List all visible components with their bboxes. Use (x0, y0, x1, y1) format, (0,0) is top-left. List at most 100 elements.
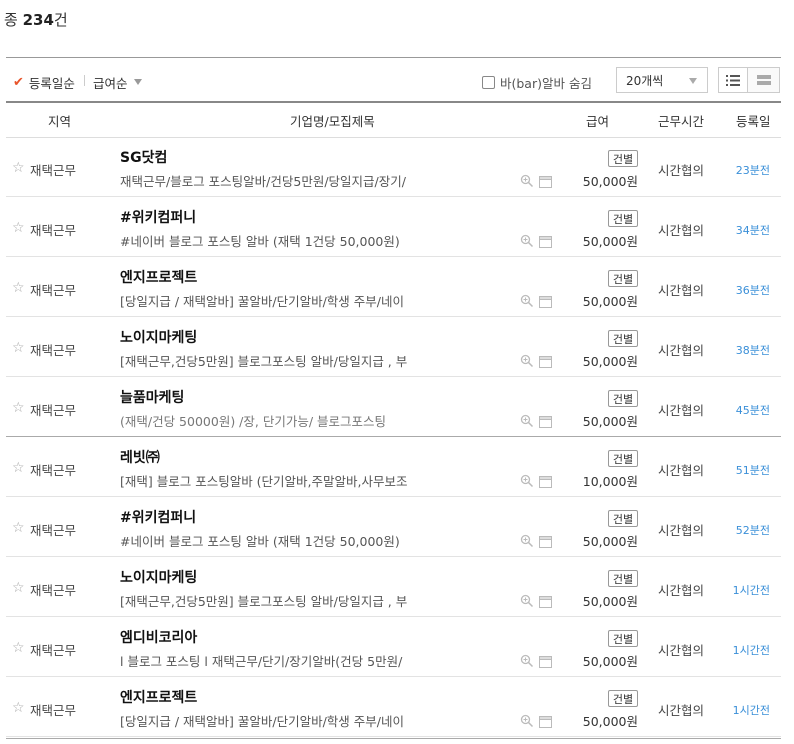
per-page-select[interactable]: 20개씩 (616, 67, 708, 93)
checkbox-box[interactable] (482, 76, 495, 89)
job-title-link[interactable]: l 블로그 포스팅 l 재택근무/단기/장기알바(건당 5만원/ (120, 651, 402, 670)
region-cell: 재택근무 (30, 223, 77, 238)
zoom-in-icon[interactable] (520, 353, 534, 372)
table-row[interactable]: ☆ 재택근무 엔지프로젝트 [당일지급 / 재택알바] 꿀알바/단기알바/학생 주부/… (6, 257, 781, 317)
company-name-link[interactable]: #위키컴퍼니 (120, 207, 196, 227)
pay-type-badge: 건별 (608, 570, 638, 587)
chevron-down-icon (689, 78, 697, 84)
table-row[interactable]: ☆ 재택근무 SG닷컴 재택근무/블로그 포스팅알바/건당5만원/당일지급/장기/건별… (6, 137, 781, 197)
job-title-link[interactable]: [당일지급 / 재택알바] 꿀알바/단기알바/학생 주부/네이 (120, 711, 404, 730)
pay-type-badge: 건별 (608, 390, 638, 407)
company-name-link[interactable]: 노이지마케팅 (120, 327, 197, 347)
zoom-in-icon[interactable] (520, 713, 534, 732)
company-name-link[interactable]: 노이지마케팅 (120, 567, 197, 587)
job-title-link[interactable]: [재택] 블로그 포스팅알바 (단기알바,주말알바,사무보조 (120, 471, 408, 490)
table-row[interactable]: ☆ 재택근무 #위키컴퍼니 #네이버 블로그 포스팅 알바 (재택 1건당 50,00… (6, 197, 781, 257)
star-icon[interactable]: ☆ (12, 220, 25, 236)
company-name-link[interactable]: 늘품마케팅 (120, 387, 184, 407)
pay-type-badge: 건별 (608, 270, 638, 287)
table-row[interactable]: ☆ 재택근무 늘품마케팅 (재택/건당 50000원) /장, 단기가능/ 블로그포스… (6, 377, 781, 437)
sort-by-pay-button[interactable]: 급여순 (93, 73, 142, 92)
zoom-in-icon[interactable] (520, 293, 534, 312)
posted-time: 38분전 (735, 344, 770, 357)
posted-time: 45분전 (735, 404, 770, 417)
new-window-icon[interactable] (539, 233, 552, 252)
new-window-icon[interactable] (539, 293, 552, 312)
card-view-button[interactable] (747, 67, 780, 93)
new-window-icon[interactable] (539, 473, 552, 492)
work-hours: 시간협의 (658, 163, 705, 178)
new-window-icon[interactable] (539, 593, 552, 612)
posted-time: 51분전 (735, 464, 770, 477)
work-hours: 시간협의 (658, 343, 705, 358)
star-icon[interactable]: ☆ (12, 700, 25, 716)
column-header-posted: 등록일 (736, 114, 771, 129)
hide-bar-checkbox[interactable]: 바(bar)알바 숨김 (482, 73, 592, 92)
table-row[interactable]: ☆ 재택근무 엠디비코리아 l 블로그 포스팅 l 재택근무/단기/장기알바(건당 5… (6, 617, 781, 677)
star-icon[interactable]: ☆ (12, 400, 25, 416)
column-header-region: 지역 (48, 114, 72, 129)
work-hours: 시간협의 (658, 643, 705, 658)
zoom-in-icon[interactable] (520, 593, 534, 612)
region-cell: 재택근무 (30, 463, 77, 478)
table-header: 지역 기업명/모집제목 급여 근무시간 등록일 (6, 101, 781, 138)
card-view-icon (756, 74, 771, 85)
list-view-icon (726, 74, 740, 86)
new-window-icon[interactable] (539, 713, 552, 732)
new-window-icon[interactable] (539, 353, 552, 372)
pay-type-badge: 건별 (608, 630, 638, 647)
job-title-link[interactable]: [당일지급 / 재택알바] 꿀알바/단기알바/학생 주부/네이 (120, 291, 404, 310)
zoom-in-icon[interactable] (520, 233, 534, 252)
job-title-link[interactable]: #네이버 블로그 포스팅 알바 (재택 1건당 50,000원) (120, 531, 400, 550)
table-row[interactable]: ☆ 재택근무 엔지프로젝트 [당일지급 / 재택알바] 꿀알바/단기알바/학생 주부/… (6, 677, 781, 737)
posted-time: 34분전 (735, 224, 770, 237)
new-window-icon[interactable] (539, 413, 552, 432)
divider (84, 75, 85, 86)
company-name-link[interactable]: 레빗㈜ (120, 447, 160, 467)
divider (6, 738, 781, 739)
check-icon: ✔ (13, 75, 24, 90)
star-icon[interactable]: ☆ (12, 460, 25, 476)
zoom-in-icon[interactable] (520, 653, 534, 672)
zoom-in-icon[interactable] (520, 413, 534, 432)
job-title-link[interactable]: (재택/건당 50000원) /장, 단기가능/ 블로그포스팅 (120, 411, 386, 430)
list-view-button[interactable] (718, 67, 748, 93)
zoom-in-icon[interactable] (520, 173, 534, 192)
table-row[interactable]: ☆ 재택근무 노이지마케팅 [재택근무,건당5만원] 블로그포스팅 알바/당일지급 ,… (6, 557, 781, 617)
sort-by-date-button[interactable]: ✔ 등록일순 (13, 73, 75, 92)
star-icon[interactable]: ☆ (12, 160, 25, 176)
total-suffix: 건 (53, 11, 68, 29)
pay-type-badge: 건별 (608, 210, 638, 227)
pay-amount: 10,000원 (582, 474, 638, 489)
zoom-in-icon[interactable] (520, 473, 534, 492)
new-window-icon[interactable] (539, 173, 552, 192)
company-name-link[interactable]: #위키컴퍼니 (120, 507, 196, 527)
star-icon[interactable]: ☆ (12, 640, 25, 656)
list-toolbar: ✔ 등록일순 급여순 바(bar)알바 숨김 20개씩 (6, 66, 781, 96)
star-icon[interactable]: ☆ (12, 280, 25, 296)
work-hours: 시간협의 (658, 403, 705, 418)
work-hours: 시간협의 (658, 223, 705, 238)
job-title-link[interactable]: 재택근무/블로그 포스팅알바/건당5만원/당일지급/장기/ (120, 171, 406, 190)
zoom-in-icon[interactable] (520, 533, 534, 552)
star-icon[interactable]: ☆ (12, 580, 25, 596)
job-title-link[interactable]: [재택근무,건당5만원] 블로그포스팅 알바/당일지급 , 부 (120, 351, 407, 370)
new-window-icon[interactable] (539, 533, 552, 552)
pay-type-badge: 건별 (608, 690, 638, 707)
total-number: 234 (22, 11, 54, 29)
table-row[interactable]: ☆ 재택근무 #위키컴퍼니 #네이버 블로그 포스팅 알바 (재택 1건당 50,00… (6, 497, 781, 557)
star-icon[interactable]: ☆ (12, 520, 25, 536)
table-row[interactable]: ☆ 재택근무 레빗㈜ [재택] 블로그 포스팅알바 (단기알바,주말알바,사무보조 건별… (6, 437, 781, 497)
table-row[interactable]: ☆ 재택근무 노이지마케팅 [재택근무,건당5만원] 블로그포스팅 알바/당일지급 ,… (6, 317, 781, 377)
job-title-link[interactable]: #네이버 블로그 포스팅 알바 (재택 1건당 50,000원) (120, 231, 400, 250)
chevron-down-icon (133, 79, 142, 85)
pay-amount: 50,000원 (582, 654, 638, 669)
company-name-link[interactable]: 엔지프로젝트 (120, 687, 197, 707)
company-name-link[interactable]: 엔지프로젝트 (120, 267, 197, 287)
company-name-link[interactable]: 엠디비코리아 (120, 627, 197, 647)
job-title-link[interactable]: [재택근무,건당5만원] 블로그포스팅 알바/당일지급 , 부 (120, 591, 407, 610)
posted-time: 1시간전 (732, 644, 770, 657)
star-icon[interactable]: ☆ (12, 340, 25, 356)
new-window-icon[interactable] (539, 653, 552, 672)
company-name-link[interactable]: SG닷컴 (120, 147, 167, 167)
